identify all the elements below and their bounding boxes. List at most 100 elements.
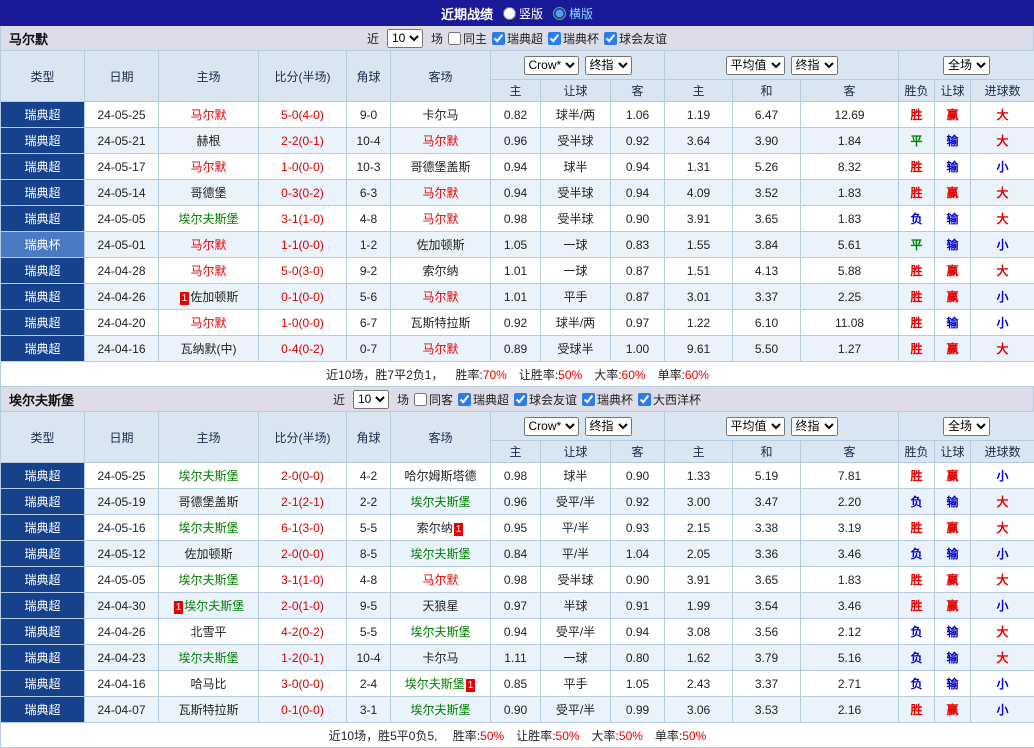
asian-home-odds: 0.82 (491, 102, 541, 128)
match-row: 瑞典超24-04-16瓦纳默(中)0-4(0-2)0-7马尔默0.89受球半1.… (1, 336, 1034, 362)
euro-away-odds: 5.16 (801, 645, 899, 671)
euro-odds-time-select[interactable]: 终指 (791, 417, 838, 436)
corner-count: 10-4 (347, 128, 391, 154)
result-handicap: 输 (935, 489, 971, 515)
asian-handicap: 受半球 (541, 206, 611, 232)
asian-odds-time-select[interactable]: 终指 (585, 417, 632, 436)
filter-checkbox-0-1[interactable] (492, 32, 505, 45)
result-scope-select[interactable]: 全场 (943, 56, 990, 75)
filter-checkbox-0-0[interactable] (448, 32, 461, 45)
match-score: 0-1(0-0) (259, 697, 347, 723)
away-team-name: 卡尔马 (422, 108, 458, 122)
result-handicap: 赢 (935, 515, 971, 541)
away-team-cell: 佐加顿斯 (391, 232, 491, 258)
home-team-cell: 北雪平 (159, 619, 259, 645)
away-team-cell: 马尔默 (391, 206, 491, 232)
vertical-layout-radio[interactable] (503, 7, 516, 20)
filter-checkbox-1-3[interactable] (582, 393, 595, 406)
euro-odds-time-select[interactable]: 终指 (791, 56, 838, 75)
red-card-badge: 1 (454, 523, 464, 536)
matches-table: 类型日期主场比分(半场)角球客场Crow*终指平均值终指全场主让球客主和客胜负让… (0, 50, 1034, 387)
result-goals: 小 (971, 284, 1034, 310)
asian-away-odds: 0.87 (611, 284, 665, 310)
asian-away-odds: 0.94 (611, 619, 665, 645)
subcol-euro-draw: 和 (733, 441, 801, 463)
result-outcome: 胜 (899, 593, 935, 619)
result-handicap: 输 (935, 619, 971, 645)
horizontal-layout-radio[interactable] (553, 7, 566, 20)
subcol-asian-away: 客 (611, 441, 665, 463)
layout-option-horizontal: 横版 (553, 5, 593, 22)
euro-away-odds: 2.71 (801, 671, 899, 697)
away-team-name: 马尔默 (422, 186, 458, 200)
result-group: 全场 (899, 412, 1034, 441)
filter-checkbox-1-1[interactable] (458, 393, 471, 406)
match-row: 瑞典超24-05-25埃尔夫斯堡2-0(0-0)4-2哈尔姆斯塔德0.98球半0… (1, 463, 1034, 489)
home-team-name: 埃尔夫斯堡 (178, 651, 238, 665)
away-team-cell: 埃尔夫斯堡 (391, 489, 491, 515)
league-type-badge: 瑞典超 (1, 336, 85, 362)
col-home: 主场 (159, 412, 259, 463)
away-team-name: 埃尔夫斯堡 (410, 495, 470, 509)
asian-home-odds: 0.94 (491, 619, 541, 645)
result-outcome: 胜 (899, 697, 935, 723)
filter-checkbox-0-3[interactable] (604, 32, 617, 45)
result-handicap: 输 (935, 128, 971, 154)
subcol-result: 胜负 (899, 80, 935, 102)
result-handicap: 赢 (935, 336, 971, 362)
euro-draw-odds: 6.47 (733, 102, 801, 128)
euro-average-select[interactable]: 平均值 (726, 417, 785, 436)
subcol-asian-away: 客 (611, 80, 665, 102)
euro-away-odds: 5.61 (801, 232, 899, 258)
corner-count: 5-5 (347, 515, 391, 541)
result-handicap: 输 (935, 671, 971, 697)
asian-home-odds: 1.05 (491, 232, 541, 258)
asian-away-odds: 0.94 (611, 180, 665, 206)
match-date: 24-04-16 (85, 671, 159, 697)
euro-home-odds: 2.43 (665, 671, 733, 697)
euro-draw-odds: 3.79 (733, 645, 801, 671)
euro-away-odds: 2.12 (801, 619, 899, 645)
bookmaker-select[interactable]: Crow* (524, 417, 579, 436)
recent-count-select[interactable]: 10 (387, 29, 423, 48)
match-score: 5-0(3-0) (259, 258, 347, 284)
euro-average-select[interactable]: 平均值 (726, 56, 785, 75)
col-date: 日期 (85, 412, 159, 463)
filter-checkbox-0-2[interactable] (548, 32, 561, 45)
home-team-name: 哈马比 (190, 677, 226, 691)
asian-handicap: 受半球 (541, 567, 611, 593)
result-goals: 大 (971, 619, 1034, 645)
result-scope-select[interactable]: 全场 (943, 417, 990, 436)
filter-option: 球会友谊 (514, 391, 577, 408)
col-type: 类型 (1, 412, 85, 463)
league-type-badge: 瑞典超 (1, 102, 85, 128)
match-score: 0-3(0-2) (259, 180, 347, 206)
home-team-name: 佐加顿斯 (190, 290, 238, 304)
filter-checkbox-1-4[interactable] (638, 393, 651, 406)
home-team-cell: 马尔默 (159, 310, 259, 336)
subcol-euro-away: 客 (801, 441, 899, 463)
asian-handicap: 平/半 (541, 515, 611, 541)
filter-option: 瑞典杯 (582, 391, 633, 408)
asian-home-odds: 0.97 (491, 593, 541, 619)
filter-checkbox-1-0[interactable] (414, 393, 427, 406)
bookmaker-select[interactable]: Crow* (524, 56, 579, 75)
home-team-name: 埃尔夫斯堡 (178, 521, 238, 535)
match-score: 1-0(0-0) (259, 310, 347, 336)
filter-near-label: 近 (367, 30, 379, 47)
filter-checkbox-1-2[interactable] (514, 393, 527, 406)
home-team-cell: 埃尔夫斯堡 (159, 463, 259, 489)
match-row: 瑞典杯24-05-01马尔默1-1(0-0)1-2佐加顿斯1.05一球0.831… (1, 232, 1034, 258)
asian-odds-time-select[interactable]: 终指 (585, 56, 632, 75)
result-handicap: 赢 (935, 102, 971, 128)
team-section-1: 埃尔夫斯堡近10场同客瑞典超球会友谊瑞典杯大西洋杯类型日期主场比分(半场)角球客… (0, 387, 1034, 748)
away-team-cell: 索尔纳1 (391, 515, 491, 541)
asian-handicap: 受平/半 (541, 697, 611, 723)
euro-draw-odds: 3.84 (733, 232, 801, 258)
match-date: 24-04-26 (85, 284, 159, 310)
away-team-name: 马尔默 (422, 134, 458, 148)
euro-away-odds: 1.83 (801, 206, 899, 232)
recent-count-select[interactable]: 10 (353, 390, 389, 409)
match-score: 0-4(0-2) (259, 336, 347, 362)
asian-handicap: 平手 (541, 284, 611, 310)
